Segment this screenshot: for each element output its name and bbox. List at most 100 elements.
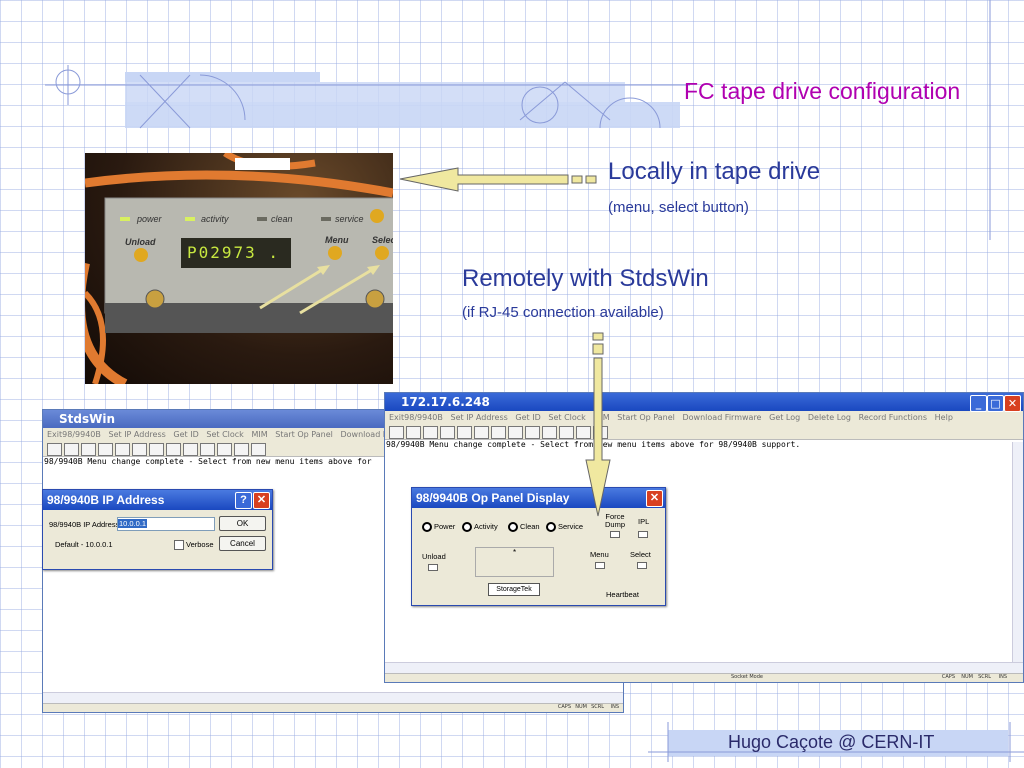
remote-vscroll[interactable] [1012, 442, 1023, 663]
remote-subheading: (if RJ-45 connection available) [462, 304, 664, 321]
clean-radio[interactable] [508, 522, 518, 532]
status-num: NUM [575, 704, 587, 710]
tape-drive-illustration [85, 153, 393, 384]
toolbar-icon[interactable] [166, 443, 181, 456]
menu-button[interactable] [595, 562, 605, 569]
menu-help[interactable]: Help [935, 413, 953, 422]
right-rule [989, 0, 991, 240]
menu-set-clock[interactable]: Set Clock [206, 430, 243, 439]
service-radio[interactable] [546, 522, 556, 532]
stdswin-statusbar: CAPS NUM SCRL INS [43, 703, 623, 712]
toolbar-icon[interactable] [525, 426, 540, 439]
menu-download-firmware[interactable]: Download Firmware [683, 413, 762, 422]
menu-mim[interactable]: MIM [251, 430, 267, 439]
maximize-icon[interactable]: □ [987, 395, 1004, 412]
ip-address-input[interactable]: 10.0.0.1 [117, 517, 215, 531]
help-icon[interactable]: ? [235, 492, 252, 509]
menu-exit[interactable]: Exit98/9940B [389, 413, 443, 422]
indicator-service: service [335, 214, 364, 224]
photo-label-select: Select [372, 235, 393, 245]
remote-menubar: Exit98/9940B Set IP Address Get ID Set C… [385, 411, 1023, 424]
toolbar-icon[interactable] [200, 443, 215, 456]
remote-console: 98/9940B Menu change complete - Select f… [386, 440, 801, 449]
local-heading: Locally in tape drive [608, 158, 821, 185]
remote-window-title: 172.17.6.248 [401, 395, 490, 409]
ip-default-text: Default - 10.0.0.1 [55, 540, 113, 549]
ok-button[interactable]: OK [219, 516, 266, 531]
toolbar-icon[interactable] [440, 426, 455, 439]
menu-get-id[interactable]: Get ID [173, 430, 198, 439]
toolbar-icon[interactable] [423, 426, 438, 439]
force-dump-button[interactable] [610, 531, 620, 538]
menu-set-ip[interactable]: Set IP Address [109, 430, 166, 439]
toolbar-icon[interactable] [98, 443, 113, 456]
select-button[interactable] [637, 562, 647, 569]
status-ins: INS [998, 674, 1007, 680]
toolbar-icon[interactable] [115, 443, 130, 456]
toolbar-icon[interactable] [474, 426, 489, 439]
toolbar-icon[interactable] [64, 443, 79, 456]
toolbar-icon[interactable] [508, 426, 523, 439]
menu-set-clock[interactable]: Set Clock [548, 413, 585, 422]
menu-start-op-panel[interactable]: Start Op Panel [275, 430, 333, 439]
photo-display: P02973 . [187, 243, 281, 262]
toolbar-icon[interactable] [406, 426, 421, 439]
close-icon[interactable]: ✕ [1004, 395, 1021, 412]
indicator-clean: clean [271, 214, 293, 224]
power-radio[interactable] [422, 522, 432, 532]
slide-title: FC tape drive configuration [684, 78, 961, 104]
remote-heading: Remotely with StdsWin [462, 265, 709, 292]
help-icon[interactable] [251, 443, 266, 456]
close-icon[interactable]: ✕ [253, 492, 270, 509]
remote-hscroll[interactable] [385, 662, 1023, 673]
menu-set-ip[interactable]: Set IP Address [451, 413, 508, 422]
remote-titlebar: 172.17.6.248 _ □ ✕ [385, 393, 1023, 412]
ipl-button[interactable] [638, 531, 648, 538]
toolbar-icon[interactable] [81, 443, 96, 456]
op-panel-display: * [475, 547, 554, 577]
cancel-button[interactable]: Cancel [219, 536, 266, 551]
toolbar-icon[interactable] [389, 426, 404, 439]
toolbar-icon[interactable] [491, 426, 506, 439]
menu-record-functions[interactable]: Record Functions [859, 413, 927, 422]
activity-radio[interactable] [462, 522, 472, 532]
header-decoration [45, 65, 690, 129]
clean-label: Clean [520, 522, 540, 531]
ip-dialog-titlebar: 98/9940B IP Address ? ✕ [43, 490, 272, 510]
ip-address-dialog: 98/9940B IP Address ? ✕ 98/9940B IP Addr… [42, 489, 273, 570]
status-caps: CAPS [941, 674, 955, 680]
op-panel-dialog: 98/9940B Op Panel Display ✕ Power Activi… [411, 487, 666, 606]
ip-field-label: 98/9940B IP Address [49, 520, 120, 529]
indicator-activity: activity [201, 214, 229, 224]
toolbar-icon[interactable] [183, 443, 198, 456]
toolbar-icon[interactable] [132, 443, 147, 456]
menu-start-op-panel[interactable]: Start Op Panel [617, 413, 675, 422]
status-ins: INS [610, 704, 619, 710]
photo-label-menu: Menu [325, 235, 349, 245]
minimize-icon[interactable]: _ [970, 395, 987, 412]
arrow-down [585, 332, 611, 517]
menu-get-id[interactable]: Get ID [515, 413, 540, 422]
toolbar-icon[interactable] [149, 443, 164, 456]
verbose-checkbox[interactable] [174, 540, 184, 550]
tape-drive-photo: power activity clean service Unload Menu… [85, 153, 393, 384]
close-icon[interactable]: ✕ [646, 490, 663, 507]
indicator-power: power [137, 214, 162, 224]
toolbar-icon[interactable] [542, 426, 557, 439]
ipl-label: IPL [638, 517, 650, 526]
select-label: Select [630, 550, 651, 559]
status-num: NUM [961, 674, 973, 680]
toolbar-icon[interactable] [559, 426, 574, 439]
toolbar-icon[interactable] [217, 443, 232, 456]
menu-delete-log[interactable]: Delete Log [808, 413, 851, 422]
menu-get-log[interactable]: Get Log [769, 413, 800, 422]
toolbar-icon[interactable] [457, 426, 472, 439]
storagetek-logo: StorageTek [488, 583, 540, 596]
heartbeat-label: Heartbeat [606, 590, 639, 599]
menu-exit[interactable]: Exit98/9940B [47, 430, 101, 439]
stdswin-hscroll[interactable] [43, 692, 623, 703]
toolbar-icon[interactable] [47, 443, 62, 456]
unload-button[interactable] [428, 564, 438, 571]
status-caps: CAPS [557, 704, 571, 710]
toolbar-icon[interactable] [234, 443, 249, 456]
